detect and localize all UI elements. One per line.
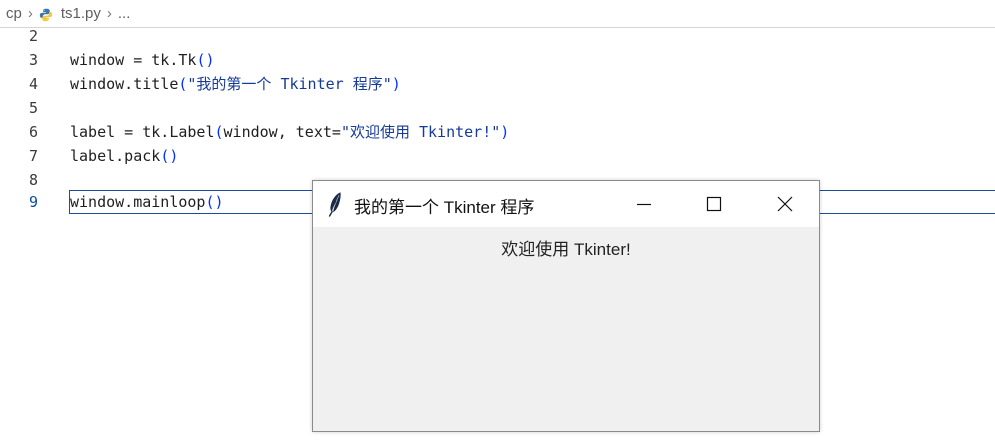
maximize-button[interactable] xyxy=(679,181,749,227)
line-number: 6 xyxy=(28,123,38,141)
minimize-icon xyxy=(637,203,651,206)
code-text: window = tk.Tk() xyxy=(70,51,215,69)
line-number: 5 xyxy=(28,99,38,117)
line-number: 8 xyxy=(28,171,38,189)
line-number: 4 xyxy=(28,75,38,93)
code-text: label.pack() xyxy=(70,147,179,165)
window-titlebar[interactable]: 我的第一个 Tkinter 程序 xyxy=(313,181,819,227)
welcome-label: 欢迎使用 Tkinter! xyxy=(501,240,631,259)
code-text: window.mainloop() xyxy=(70,193,224,211)
code-line[interactable]: 3 window = tk.Tk() xyxy=(0,48,995,72)
screen: cp › ts1.py › ... 2 3 window = tk.Tk() 4… xyxy=(0,0,995,441)
line-number: 2 xyxy=(28,27,38,45)
chevron-right-icon: › xyxy=(27,5,33,22)
line-number: 3 xyxy=(28,51,38,69)
close-icon xyxy=(777,196,793,212)
code-text: window.title("我的第一个 Tkinter 程序") xyxy=(70,75,401,93)
maximize-icon xyxy=(706,196,722,212)
code-line[interactable]: 5 xyxy=(0,96,995,120)
code-line[interactable]: 6 label = tk.Label(window, text="欢迎使用 Tk… xyxy=(0,120,995,144)
breadcrumb-file[interactable]: ts1.py xyxy=(61,5,101,22)
chevron-right-icon: › xyxy=(106,5,112,22)
tkinter-window[interactable]: 我的第一个 Tkinter 程序 欢迎使用 Tkinter! xyxy=(312,180,820,432)
code-text: label = tk.Label(window, text="欢迎使用 Tkin… xyxy=(70,123,510,141)
code-line[interactable]: 4 window.title("我的第一个 Tkinter 程序") xyxy=(0,72,995,96)
code-line[interactable]: 2 xyxy=(0,24,995,48)
line-number: 9 xyxy=(28,193,38,211)
python-icon xyxy=(39,8,53,22)
breadcrumb-folder[interactable]: cp xyxy=(6,5,22,22)
minimize-button[interactable] xyxy=(611,181,681,227)
close-button[interactable] xyxy=(749,181,819,227)
tk-feather-icon xyxy=(327,191,343,217)
line-number: 7 xyxy=(28,147,38,165)
window-title: 我的第一个 Tkinter 程序 xyxy=(354,198,535,217)
window-body: 欢迎使用 Tkinter! xyxy=(313,227,819,431)
code-line[interactable]: 7 label.pack() xyxy=(0,144,995,168)
breadcrumb-more[interactable]: ... xyxy=(118,5,131,22)
